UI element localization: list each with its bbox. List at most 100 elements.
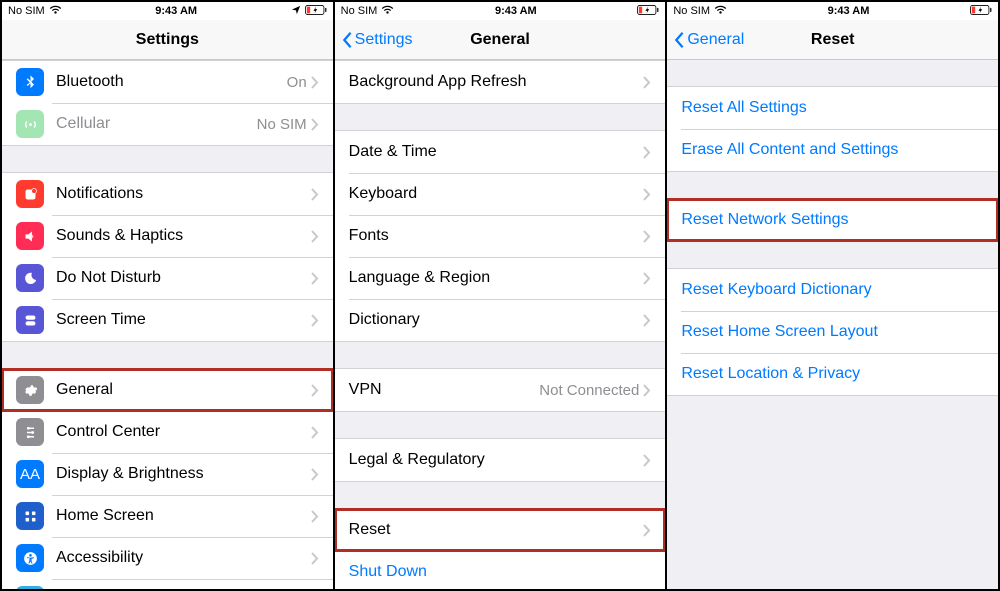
row-reset-network[interactable]: Reset Network Settings [667,199,998,241]
row-notifications[interactable]: Notifications [2,173,333,215]
row-label: Shut Down [349,563,652,581]
row-label: Language & Region [349,269,644,287]
row-reset-location[interactable]: Reset Location & Privacy [667,353,998,395]
general-list[interactable]: Background App Refresh Date & Time Keybo… [335,60,666,589]
row-label: Dictionary [349,311,644,329]
row-value: Not Connected [539,382,639,399]
chevron-icon [643,314,651,327]
row-label: Control Center [56,423,311,441]
row-language[interactable]: Language & Region [335,257,666,299]
wifi-icon [714,5,727,18]
row-reset-keyboard[interactable]: Reset Keyboard Dictionary [667,269,998,311]
status-bar: No SIM 9:43 AM [2,2,333,20]
row-dnd[interactable]: Do Not Disturb [2,257,333,299]
row-label: Reset Location & Privacy [681,365,984,383]
screentime-icon [16,306,44,334]
back-label: Settings [355,31,413,49]
row-sounds[interactable]: Sounds & Haptics [2,215,333,257]
row-label: Legal & Regulatory [349,451,644,469]
status-time: 9:43 AM [495,5,537,17]
row-label: Background App Refresh [349,73,644,91]
row-bg-refresh[interactable]: Background App Refresh [335,61,666,103]
row-screentime[interactable]: Screen Time [2,299,333,341]
reset-panel: No SIM 9:43 AM General Reset Reset All S… [665,2,998,589]
nav-bar: Settings [2,20,333,60]
row-shutdown[interactable]: Shut Down [335,551,666,589]
sounds-icon [16,222,44,250]
chevron-icon [311,230,319,243]
row-label: Reset Home Screen Layout [681,323,984,341]
row-label: Cellular [56,115,257,133]
page-title: Reset [811,31,855,49]
back-button[interactable]: General [673,31,744,49]
row-label: General [56,381,311,399]
battery-icon [970,5,992,18]
row-date-time[interactable]: Date & Time [335,131,666,173]
battery-icon [637,5,659,18]
row-label: Fonts [349,227,644,245]
notifications-icon [16,180,44,208]
back-label: General [687,31,744,49]
display-icon: AA [16,460,44,488]
row-label: Reset [349,521,644,539]
settings-list[interactable]: Bluetooth On Cellular No SIM Notificatio… [2,60,333,589]
row-label: Accessibility [56,549,311,567]
row-value: No SIM [257,116,307,133]
row-erase-all[interactable]: Erase All Content and Settings [667,129,998,171]
row-reset-home[interactable]: Reset Home Screen Layout [667,311,998,353]
reset-list[interactable]: Reset All Settings Erase All Content and… [667,60,998,589]
row-cellular[interactable]: Cellular No SIM [2,103,333,145]
row-dictionary[interactable]: Dictionary [335,299,666,341]
row-fonts[interactable]: Fonts [335,215,666,257]
settings-panel: No SIM 9:43 AM Settings [2,2,333,589]
status-time: 9:43 AM [155,5,197,17]
chevron-icon [311,188,319,201]
back-button[interactable]: Settings [341,31,413,49]
row-label: Reset Keyboard Dictionary [681,281,984,299]
control-center-icon [16,418,44,446]
home-screen-icon [16,502,44,530]
row-home-screen[interactable]: Home Screen [2,495,333,537]
chevron-icon [643,272,651,285]
row-label: Erase All Content and Settings [681,141,984,159]
row-accessibility[interactable]: Accessibility [2,537,333,579]
wallpaper-icon [16,586,44,589]
chevron-icon [643,146,651,159]
row-label: Bluetooth [56,73,287,91]
chevron-icon [643,454,651,467]
row-label: Display & Brightness [56,465,311,483]
bluetooth-icon [16,68,44,96]
row-reset-all[interactable]: Reset All Settings [667,87,998,129]
row-control-center[interactable]: Control Center [2,411,333,453]
row-keyboard[interactable]: Keyboard [335,173,666,215]
row-label: VPN [349,381,540,399]
nav-bar: Settings General [335,20,666,60]
row-bluetooth[interactable]: Bluetooth On [2,61,333,103]
accessibility-icon [16,544,44,572]
page-title: Settings [136,31,199,49]
row-label: Screen Time [56,311,311,329]
chevron-icon [311,552,319,565]
chevron-icon [311,510,319,523]
general-icon [16,376,44,404]
row-legal[interactable]: Legal & Regulatory [335,439,666,481]
row-label: Notifications [56,185,311,203]
chevron-icon [311,468,319,481]
nav-bar: General Reset [667,20,998,60]
cellular-icon [16,110,44,138]
chevron-icon [643,230,651,243]
row-label: Reset Network Settings [681,211,984,229]
row-display[interactable]: AA Display & Brightness [2,453,333,495]
row-general[interactable]: General [2,369,333,411]
status-bar: No SIM 9:43 AM [667,2,998,20]
row-label: Do Not Disturb [56,269,311,287]
row-label: Sounds & Haptics [56,227,311,245]
page-title: General [470,31,530,49]
row-vpn[interactable]: VPN Not Connected [335,369,666,411]
row-reset[interactable]: Reset [335,509,666,551]
row-label: Home Screen [56,507,311,525]
row-wallpaper[interactable]: Wallpaper [2,579,333,589]
row-label: Date & Time [349,143,644,161]
status-bar: No SIM 9:43 AM [335,2,666,20]
dnd-icon [16,264,44,292]
